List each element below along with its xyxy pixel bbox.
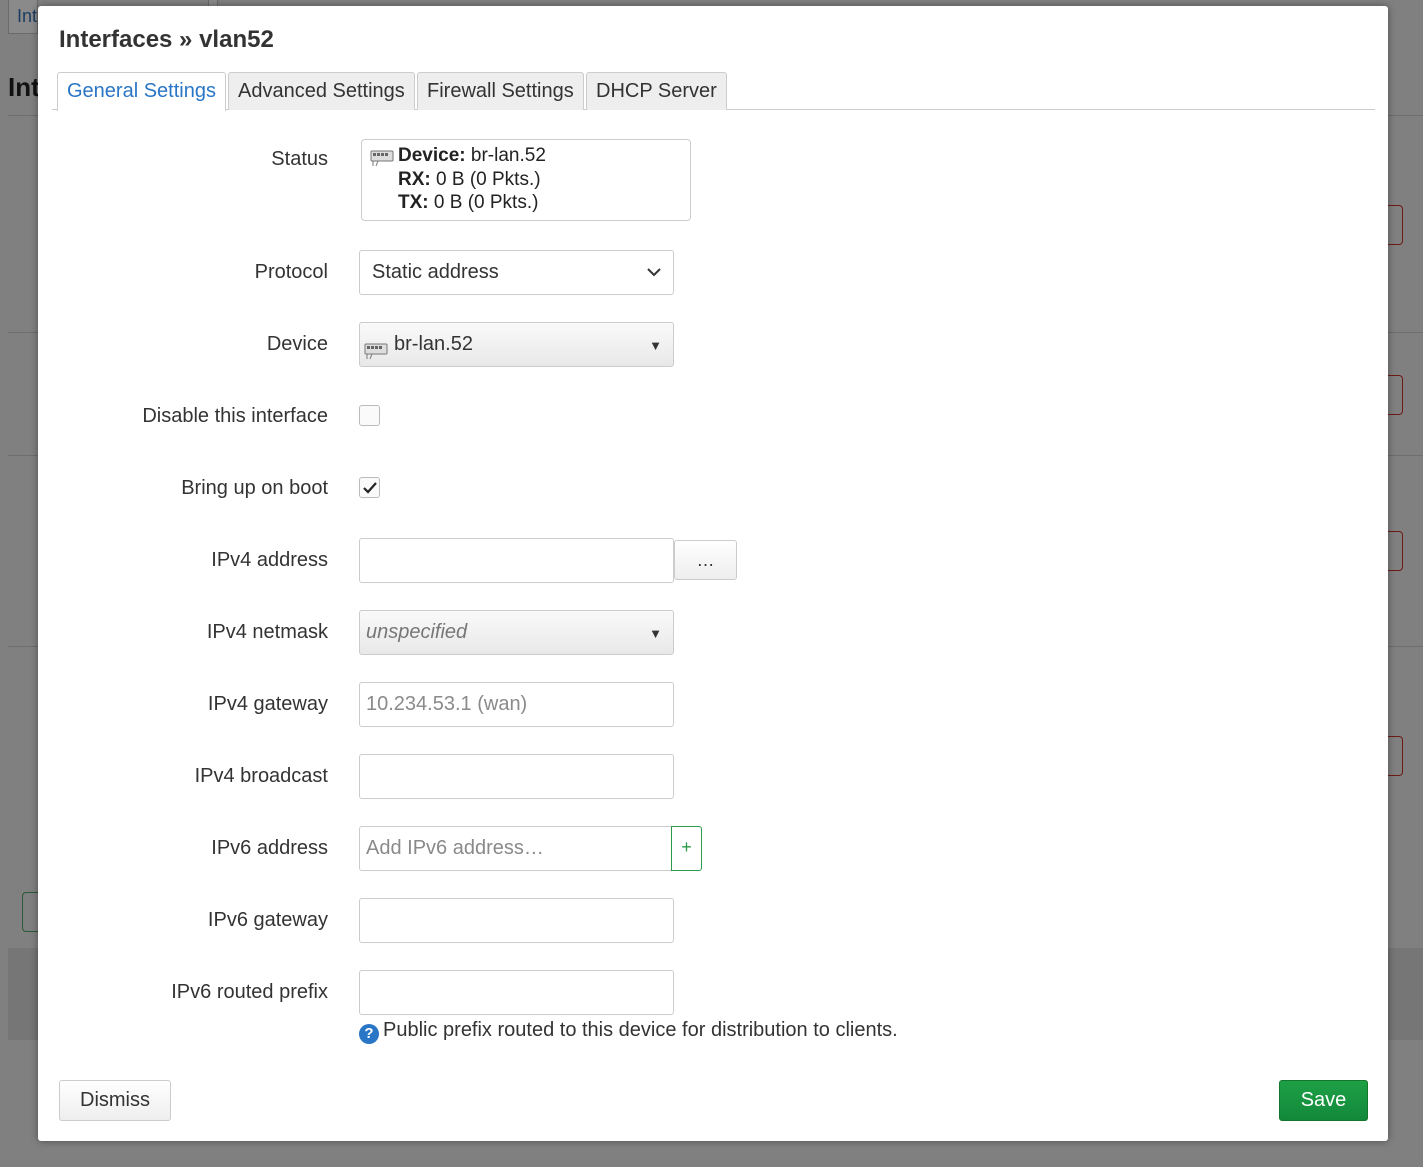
ipv4-broadcast-field[interactable] bbox=[372, 755, 661, 798]
ipv6-routed-prefix-help: ? Public prefix routed to this device for… bbox=[359, 1019, 898, 1044]
bring-up-on-boot-checkbox[interactable] bbox=[359, 477, 380, 498]
ipv4-address-label: IPv4 address bbox=[211, 549, 328, 571]
ipv4-netmask-value: unspecified bbox=[366, 621, 468, 643]
ipv4-address-input[interactable] bbox=[359, 538, 674, 583]
ipv6-address-field[interactable] bbox=[366, 827, 659, 870]
ipv4-address-more-button[interactable]: … bbox=[674, 540, 737, 580]
tab-general-settings[interactable]: General Settings bbox=[57, 72, 226, 111]
caret-down-icon: ▼ bbox=[649, 626, 662, 641]
ipv4-address-field[interactable] bbox=[372, 539, 661, 582]
ipv4-gateway-input[interactable] bbox=[359, 682, 674, 727]
tab-firewall-settings[interactable]: Firewall Settings bbox=[417, 72, 584, 110]
ipv6-address-input[interactable] bbox=[359, 826, 672, 871]
device-dropdown[interactable]: br-lan.52 ▼ bbox=[359, 322, 674, 367]
ipv6-address-label: IPv6 address bbox=[211, 837, 328, 859]
ipv4-netmask-label: IPv4 netmask bbox=[206, 621, 328, 643]
device-label: Device bbox=[266, 333, 328, 355]
help-question-icon: ? bbox=[359, 1024, 379, 1044]
disable-interface-label: Disable this interface bbox=[142, 405, 328, 427]
ipv4-broadcast-label: IPv4 broadcast bbox=[194, 765, 328, 787]
bring-up-on-boot-label: Bring up on boot bbox=[181, 477, 328, 499]
ipv4-broadcast-input[interactable] bbox=[359, 754, 674, 799]
status-tx-line: TX: 0 B (0 Pkts.) bbox=[398, 192, 539, 213]
modal-title: Interfaces » vlan52 bbox=[59, 26, 274, 53]
ipv4-gateway-field[interactable] bbox=[366, 683, 661, 726]
tab-bar: General Settings Advanced Settings Firew… bbox=[52, 72, 1375, 111]
ipv6-routed-prefix-label: IPv6 routed prefix bbox=[171, 981, 328, 1003]
background-tab: Int bbox=[8, 0, 38, 34]
dismiss-button[interactable]: Dismiss bbox=[59, 1080, 171, 1121]
ipv6-routed-prefix-input[interactable] bbox=[359, 970, 674, 1015]
ipv6-gateway-input[interactable] bbox=[359, 898, 674, 943]
add-ipv6-address-button[interactable]: + bbox=[671, 826, 702, 871]
background-heading: Int bbox=[8, 72, 40, 102]
tab-dhcp-server[interactable]: DHCP Server bbox=[586, 72, 727, 110]
help-text: Public prefix routed to this device for … bbox=[383, 1019, 898, 1041]
status-device-line: Device: br-lan.52 bbox=[398, 145, 546, 166]
network-device-icon bbox=[370, 148, 394, 175]
status-label: Status bbox=[271, 148, 328, 170]
chevron-down-icon bbox=[647, 251, 661, 294]
protocol-label: Protocol bbox=[254, 261, 328, 283]
save-button[interactable]: Save bbox=[1279, 1080, 1368, 1121]
ipv6-gateway-field[interactable] bbox=[372, 899, 661, 942]
device-dropdown-value: br-lan.52 bbox=[394, 333, 473, 355]
interface-edit-modal: Interfaces » vlan52 General Settings Adv… bbox=[38, 6, 1388, 1141]
ipv6-gateway-label: IPv6 gateway bbox=[207, 909, 328, 931]
protocol-select-value: Static address bbox=[372, 261, 499, 283]
ipv6-routed-prefix-field[interactable] bbox=[372, 971, 661, 1014]
disable-interface-checkbox[interactable] bbox=[359, 405, 380, 426]
background-tab-label: Int bbox=[17, 6, 38, 26]
ipv4-netmask-dropdown[interactable]: unspecified ▼ bbox=[359, 610, 674, 655]
protocol-select[interactable]: Static address bbox=[359, 250, 674, 295]
status-box: Device: br-lan.52 RX: 0 B (0 Pkts.) TX: … bbox=[361, 139, 691, 221]
caret-down-icon: ▼ bbox=[649, 338, 662, 353]
status-rx-line: RX: 0 B (0 Pkts.) bbox=[398, 168, 541, 190]
tab-advanced-settings[interactable]: Advanced Settings bbox=[228, 72, 415, 110]
network-device-icon bbox=[364, 334, 388, 377]
ipv4-gateway-label: IPv4 gateway bbox=[207, 693, 328, 715]
checkmark-icon bbox=[363, 482, 377, 494]
